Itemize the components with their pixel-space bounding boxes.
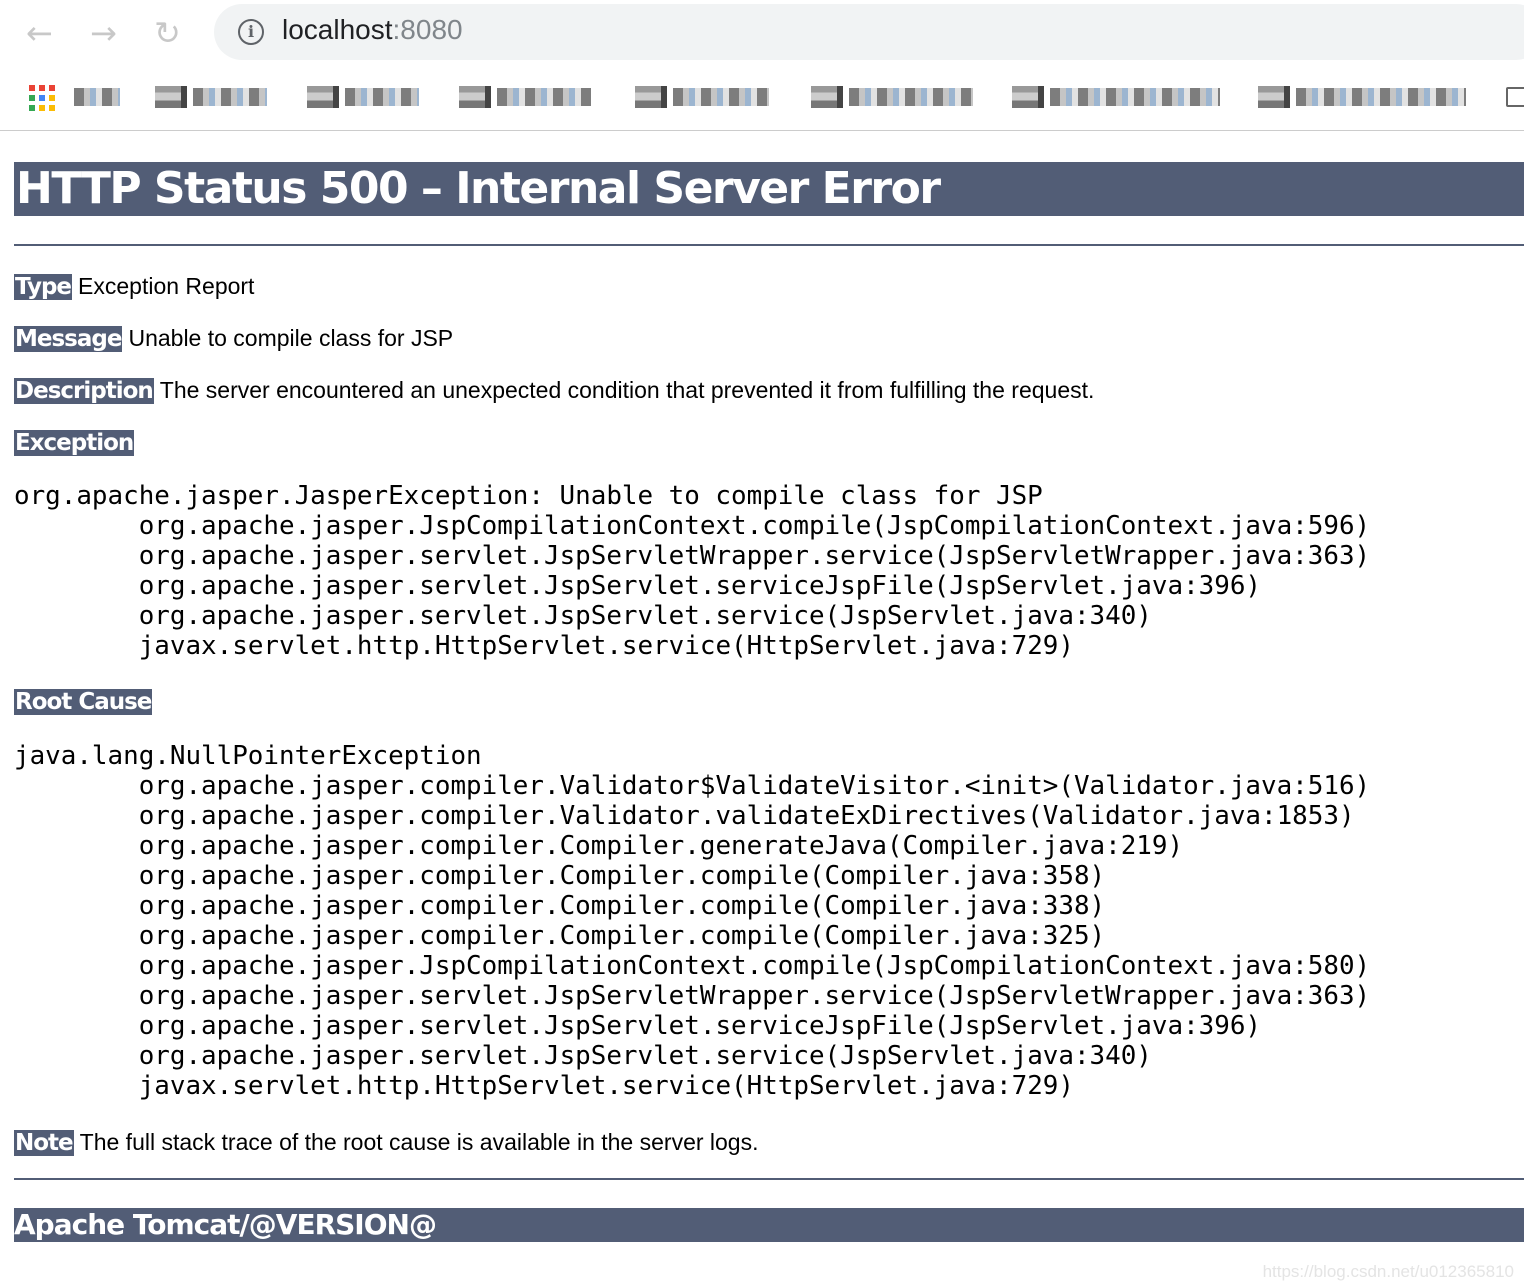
page-title: HTTP Status 500 – Internal Server Error — [14, 162, 1524, 216]
divider — [14, 1178, 1524, 1180]
description-value: The server encountered an unexpected con… — [159, 377, 1095, 403]
type-row: Type Exception Report — [14, 273, 255, 300]
url-text: localhost:8080 — [282, 14, 463, 46]
bookmark[interactable] — [1012, 86, 1220, 108]
watermark: https://blog.csdn.net/u012365810 — [1262, 1262, 1514, 1281]
bookmark[interactable] — [307, 86, 419, 108]
server-footer: Apache Tomcat/@VERSION@ — [14, 1208, 1524, 1242]
note-label: Note — [14, 1130, 74, 1156]
bookmark[interactable] — [155, 86, 267, 108]
browser-toolbar: ← → ↻ i localhost:8080 — [0, 0, 1524, 66]
bookmark[interactable] — [635, 86, 769, 108]
exception-stack-trace: org.apache.jasper.JasperException: Unabl… — [14, 481, 1371, 661]
root-cause-stack-trace: java.lang.NullPointerException org.apach… — [14, 741, 1371, 1101]
bookmark[interactable] — [1258, 86, 1466, 108]
forward-arrow-icon[interactable]: → — [90, 14, 117, 52]
bookmark[interactable] — [459, 86, 591, 108]
bookmarks-bar — [0, 78, 1524, 116]
folder-icon[interactable] — [1506, 86, 1524, 108]
info-icon[interactable]: i — [238, 19, 264, 45]
root-cause-row: Root Cause — [14, 689, 158, 715]
apps-grid-icon[interactable] — [29, 85, 55, 111]
url-host: localhost — [282, 14, 393, 45]
bookmark[interactable] — [811, 86, 973, 108]
message-row: Message Unable to compile class for JSP — [14, 325, 454, 352]
type-value: Exception Report — [78, 273, 255, 299]
note-row: Note The full stack trace of the root cau… — [14, 1129, 759, 1156]
divider — [14, 244, 1524, 246]
message-label: Message — [14, 326, 122, 352]
exception-label: Exception — [14, 430, 134, 456]
message-value: Unable to compile class for JSP — [128, 325, 454, 351]
reload-icon[interactable]: ↻ — [154, 14, 181, 52]
exception-row: Exception — [14, 430, 140, 456]
toolbar-divider — [0, 130, 1524, 131]
description-label: Description — [14, 378, 154, 404]
note-value: The full stack trace of the root cause i… — [79, 1129, 759, 1155]
type-label: Type — [14, 274, 72, 300]
description-row: Description The server encountered an une… — [14, 377, 1095, 404]
address-bar[interactable]: i localhost:8080 — [214, 4, 1524, 60]
error-page: HTTP Status 500 – Internal Server Error … — [14, 162, 1524, 1242]
url-port: :8080 — [392, 14, 463, 45]
root-cause-label: Root Cause — [14, 689, 152, 715]
back-arrow-icon[interactable]: ← — [26, 14, 53, 52]
bookmark-apps[interactable] — [74, 86, 120, 108]
